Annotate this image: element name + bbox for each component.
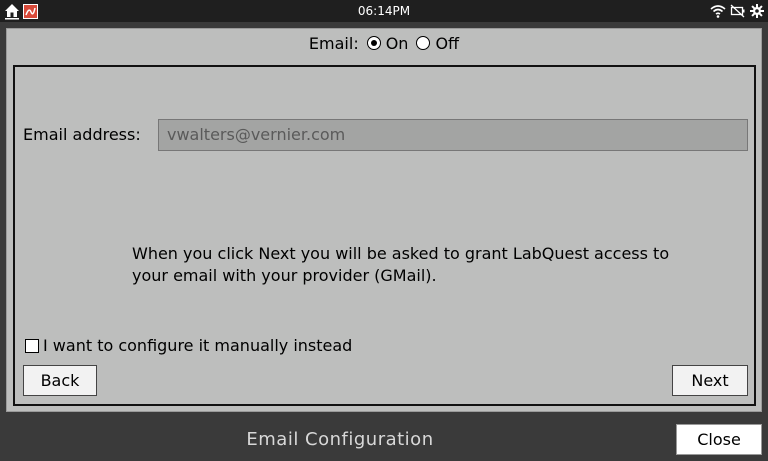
- manual-config-option[interactable]: I want to configure it manually instead: [25, 336, 352, 355]
- gear-icon[interactable]: [750, 4, 764, 18]
- next-button[interactable]: Next: [672, 365, 748, 396]
- status-right-icons: [710, 2, 764, 20]
- manual-config-checkbox[interactable]: [25, 338, 39, 353]
- window-title: Email Configuration: [246, 429, 434, 450]
- radio-on-label[interactable]: On: [386, 34, 409, 53]
- radio-off-label[interactable]: Off: [435, 34, 459, 53]
- info-text: When you click Next you will be asked to…: [132, 244, 670, 285]
- radio-off[interactable]: [416, 36, 431, 50]
- no-battery-icon[interactable]: [730, 4, 746, 18]
- status-time: 06:14PM: [357, 4, 411, 18]
- manual-config-label[interactable]: I want to configure it manually instead: [43, 336, 352, 355]
- back-button[interactable]: Back: [23, 365, 97, 396]
- wifi-icon[interactable]: [710, 4, 726, 18]
- status-bar: 06:14PM: [0, 0, 768, 22]
- email-form: Email address: vwalters@vernier.com When…: [13, 65, 756, 406]
- email-toggle: Email: On Off: [7, 29, 761, 57]
- radio-dot: [370, 40, 377, 46]
- close-button[interactable]: Close: [676, 424, 762, 455]
- bottom-bar: Email Configuration Close: [0, 418, 768, 461]
- email-address-label: Email address:: [23, 125, 141, 144]
- radio-on[interactable]: [366, 36, 381, 50]
- email-address-field[interactable]: vwalters@vernier.com: [158, 119, 748, 151]
- main-panel: Email: On Off Email address: vwalters@ve…: [6, 28, 762, 412]
- email-toggle-label: Email:: [308, 33, 359, 53]
